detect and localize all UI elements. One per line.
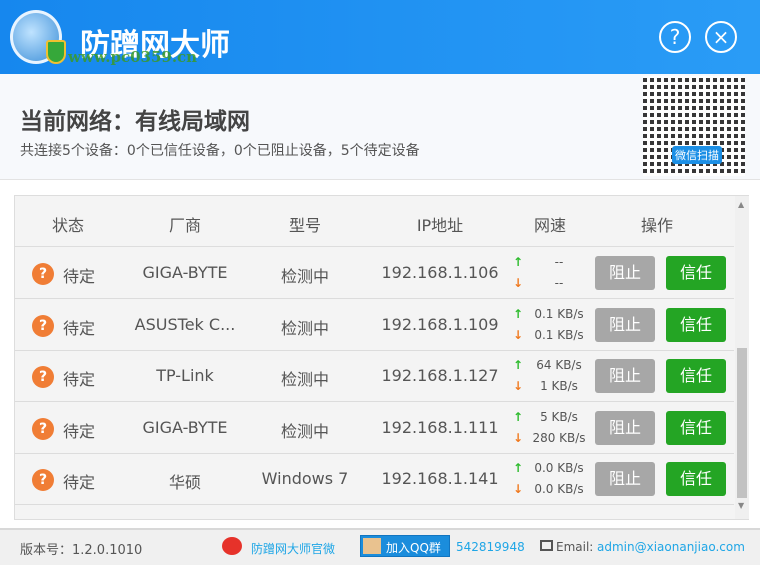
vendor: TP-Link xyxy=(156,366,214,385)
pending-icon: ? xyxy=(32,314,54,337)
download-arrow-icon: ↓ xyxy=(513,379,524,393)
col-ip: IP地址 xyxy=(416,216,464,235)
download-arrow-icon: ↓ xyxy=(513,482,524,496)
weibo-link[interactable]: 防蹭网大师官微 xyxy=(251,540,335,557)
table-row: ? 待定 华硕 Windows 7 192.168.1.141 ↑ 0.0 KB/… xyxy=(15,454,734,505)
device-table: 状态 厂商 型号 IP地址 网速 操作 ? 待定 GIGA-BYTE 检测中 1… xyxy=(14,195,749,520)
status: 待定 xyxy=(63,473,96,492)
model: 检测中 xyxy=(280,267,329,286)
col-speed: 网速 xyxy=(533,216,566,235)
upload-speed: 0.1 KB/s xyxy=(534,306,584,321)
upload-arrow-icon: ↑ xyxy=(513,461,524,475)
table-row: ? 待定 ASUSTek C... 检测中 192.168.1.109 ↑ 0.1… xyxy=(15,300,734,351)
close-button[interactable]: × xyxy=(705,21,737,53)
download-speed: -- xyxy=(554,276,564,290)
vendor: ASUSTek C... xyxy=(134,314,236,334)
upload-arrow-icon: ↑ xyxy=(513,358,524,372)
table-header: 状态 厂商 型号 IP地址 网速 操作 xyxy=(15,196,734,247)
upload-arrow-icon: ↑ xyxy=(513,306,524,321)
status: 待定 xyxy=(63,267,96,286)
email-label: Email: xyxy=(556,540,594,554)
shield-icon xyxy=(46,40,66,64)
vendor: 华硕 xyxy=(168,473,201,492)
status: 待定 xyxy=(63,421,96,441)
model: 检测中 xyxy=(280,318,329,338)
block-button[interactable]: 阻止 xyxy=(595,307,655,342)
table-row: ? 待定 GIGA-BYTE 检测中 192.168.1.111 ↑ 5 KB/s… xyxy=(15,403,734,454)
table-row: ? 待定 TP-Link 检测中 192.168.1.127 ↑ 64 KB/s … xyxy=(15,351,734,402)
footer: 版本号：1.2.0.1010 防蹭网大师官微 加入QQ群 542819948 E… xyxy=(0,528,760,565)
download-arrow-icon: ↓ xyxy=(513,430,524,445)
col-status: 状态 xyxy=(51,216,84,235)
watermark: www.pc0359.cn xyxy=(68,48,198,66)
download-speed: 280 KB/s xyxy=(532,430,586,445)
block-button[interactable]: 阻止 xyxy=(595,256,655,290)
help-button[interactable]: ? xyxy=(659,21,691,53)
scroll-up-icon[interactable]: ▲ xyxy=(738,200,744,209)
upload-speed: 0.0 KB/s xyxy=(534,461,584,475)
scroll-down-icon[interactable]: ▼ xyxy=(738,501,744,510)
download-speed: 0.0 KB/s xyxy=(534,482,584,496)
ip-address: 192.168.1.111 xyxy=(381,417,499,437)
upload-speed: -- xyxy=(554,255,564,269)
model: Windows 7 xyxy=(261,469,349,488)
block-button[interactable]: 阻止 xyxy=(595,462,655,496)
ip-address: 192.168.1.109 xyxy=(381,314,499,334)
title-bar: 防蹭网大师 www.pc0359.cn ? × xyxy=(0,0,760,74)
join-qq-button[interactable]: 加入QQ群 xyxy=(360,535,450,557)
model: 检测中 xyxy=(280,421,329,441)
mail-icon xyxy=(540,540,553,551)
trust-button[interactable]: 信任 xyxy=(666,410,726,445)
download-arrow-icon: ↓ xyxy=(513,276,524,290)
table-row: ? 待定 GIGA-BYTE 检测中 192.168.1.106 ↑ -- ↓ --… xyxy=(15,248,734,299)
version: 版本号：1.2.0.1010 xyxy=(20,543,143,558)
email-link[interactable]: admin@xiaonanjiao.com xyxy=(597,540,745,554)
upload-arrow-icon: ↑ xyxy=(513,409,524,424)
scrollbar[interactable]: ▲ ▼ xyxy=(735,196,749,519)
col-vendor: 厂商 xyxy=(168,216,201,235)
vendor: GIGA-BYTE xyxy=(142,417,228,437)
pending-icon: ? xyxy=(32,366,54,388)
status: 待定 xyxy=(63,370,96,389)
download-speed: 1 KB/s xyxy=(540,379,578,393)
block-button[interactable]: 阻止 xyxy=(595,359,655,393)
model: 检测中 xyxy=(280,370,329,389)
ip-address: 192.168.1.127 xyxy=(381,366,499,385)
vendor: GIGA-BYTE xyxy=(142,263,228,282)
qr-label: 微信扫描 xyxy=(672,146,722,164)
device-summary: 共连接5个设备：0个已信任设备，0个已阻止设备，5个待定设备 xyxy=(20,143,420,159)
ip-address: 192.168.1.106 xyxy=(381,263,499,282)
upload-speed: 64 KB/s xyxy=(536,358,582,372)
status: 待定 xyxy=(63,318,96,338)
download-arrow-icon: ↓ xyxy=(513,327,524,342)
upload-speed: 5 KB/s xyxy=(540,409,578,424)
trust-button[interactable]: 信任 xyxy=(666,256,726,290)
trust-button[interactable]: 信任 xyxy=(666,359,726,393)
qq-number: 542819948 xyxy=(456,540,525,554)
block-button[interactable]: 阻止 xyxy=(595,410,655,445)
ip-address: 192.168.1.141 xyxy=(381,469,499,488)
trust-button[interactable]: 信任 xyxy=(666,307,726,342)
upload-arrow-icon: ↑ xyxy=(513,255,524,269)
pending-icon: ? xyxy=(32,417,54,440)
col-action: 操作 xyxy=(640,216,673,235)
pending-icon: ? xyxy=(32,263,54,285)
pending-icon: ? xyxy=(32,469,54,491)
join-qq-label: 加入QQ群 xyxy=(386,541,441,555)
scrollbar-thumb[interactable] xyxy=(737,348,747,498)
trust-button[interactable]: 信任 xyxy=(666,462,726,496)
network-title: 当前网络：有线局域网 xyxy=(20,109,250,135)
weibo-icon xyxy=(222,537,242,555)
qq-avatar-icon xyxy=(363,538,381,554)
download-speed: 0.1 KB/s xyxy=(534,327,584,342)
col-model: 型号 xyxy=(288,216,321,235)
network-info: 当前网络：有线局域网 共连接5个设备：0个已信任设备，0个已阻止设备，5个待定设… xyxy=(0,74,760,180)
